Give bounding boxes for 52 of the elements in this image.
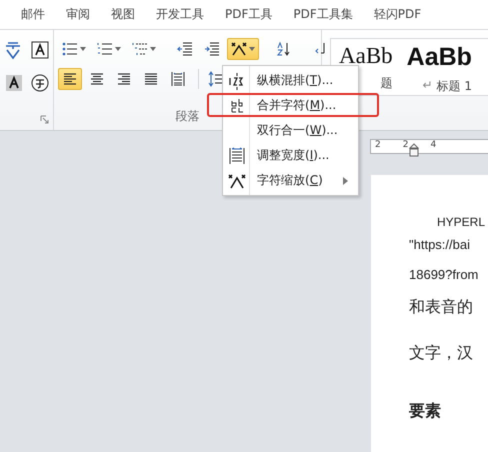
group-label: 段落 <box>174 108 200 125</box>
asian-layout-icon <box>231 41 247 57</box>
style-name: 题 <box>380 75 393 92</box>
document-text: 18699?from <box>408 267 480 284</box>
asian-layout-button[interactable] <box>227 38 259 60</box>
caret-icon <box>249 47 255 51</box>
align-center-icon <box>89 71 105 87</box>
submenu-arrow-icon <box>343 176 348 184</box>
caret-icon <box>150 47 156 51</box>
distribute-icon <box>170 71 186 87</box>
ribbon-tab[interactable]: PDF工具集 <box>272 6 353 23</box>
dialog-launcher-icon[interactable] <box>40 115 49 124</box>
ruler: 2 2 4 <box>370 139 488 154</box>
ribbon-tab[interactable]: 邮件 <box>0 6 45 23</box>
align-left-icon <box>62 71 78 87</box>
sort-icon <box>276 41 292 57</box>
character-shading-icon[interactable] <box>5 74 23 92</box>
document-text: 文字，汉 <box>408 343 474 364</box>
caret-icon <box>80 47 86 51</box>
vertical-text-icon <box>228 72 246 90</box>
document-text: 和表音的 <box>408 297 474 318</box>
multilevel-list-icon <box>132 41 148 57</box>
numbered-list-icon <box>97 41 113 57</box>
menu-item[interactable]: 字符缩放(C) <box>223 168 358 193</box>
bullet-list-icon <box>62 41 78 57</box>
ribbon-tab[interactable]: 视图 <box>90 6 135 23</box>
style-item[interactable]: AaBb ↵ 标题 1 <box>406 43 472 95</box>
style-name: 标题 1 <box>436 78 472 95</box>
ribbon-tab[interactable]: 轻闪PDF <box>352 6 422 23</box>
line-spacing-icon <box>208 71 224 87</box>
menu-item[interactable]: 调整宽度(I)... <box>223 143 358 168</box>
document-text: "https://bai <box>408 237 471 254</box>
ribbon-tab[interactable]: 开发工具 <box>135 6 204 23</box>
justify-icon <box>143 71 159 87</box>
enclose-characters-icon[interactable] <box>31 74 49 92</box>
document-text: HYPERL <box>436 215 486 231</box>
outdent-icon <box>177 41 193 57</box>
ribbon-tab[interactable]: 审阅 <box>45 6 90 23</box>
combine-characters-icon <box>228 96 244 114</box>
document-text: 要素 <box>408 400 442 422</box>
phonetic-guide-icon[interactable] <box>3 40 23 60</box>
character-scaling-icon <box>228 172 246 188</box>
fit-text-icon <box>228 146 244 164</box>
character-border-icon[interactable] <box>31 41 49 59</box>
ribbon-tab[interactable]: PDF工具 <box>204 6 272 23</box>
align-right-icon <box>116 71 132 87</box>
menu-item[interactable]: 纵横混排(T)... <box>223 68 358 93</box>
align-left-button[interactable] <box>58 68 82 90</box>
caret-icon <box>115 47 121 51</box>
indent-icon <box>204 41 220 57</box>
menu-item[interactable]: 双行合一(W)... <box>223 118 358 143</box>
paragraph-mark: ↵ <box>422 78 433 94</box>
